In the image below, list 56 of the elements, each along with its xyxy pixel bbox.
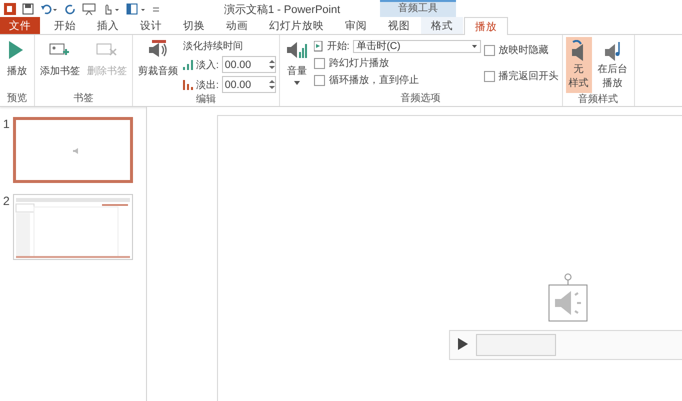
- field-label: 淡出:: [196, 78, 219, 92]
- spin-arrows-icon[interactable]: [268, 79, 275, 90]
- context-tab-header: 音频工具: [380, 0, 456, 17]
- ribbon-tab[interactable]: 设计: [130, 17, 172, 34]
- field-label: 淡入:: [196, 58, 219, 72]
- file-menu-tab[interactable]: 文件: [0, 17, 40, 34]
- ribbon-tab[interactable]: 开始: [44, 17, 86, 34]
- volume-icon: [284, 39, 309, 61]
- ribbon-tab[interactable]: 切换: [173, 17, 215, 34]
- group-label: 预览: [6, 92, 28, 106]
- spin-field[interactable]: 00.00: [222, 76, 276, 93]
- slide-number: 1: [2, 117, 11, 131]
- save-icon[interactable]: [22, 2, 34, 14]
- field-label: 开始:: [326, 40, 350, 53]
- group-label: 音频选项: [400, 92, 442, 106]
- play-button[interactable]: [458, 338, 468, 352]
- layout-icon[interactable]: [126, 2, 146, 14]
- start-icon: [314, 40, 324, 52]
- undo-icon[interactable]: [40, 2, 58, 14]
- ribbon-tab[interactable]: 格式: [421, 17, 463, 34]
- group-label: 书签: [72, 92, 94, 106]
- fade-in-icon: [183, 60, 193, 70]
- spin-field[interactable]: 00.00: [222, 56, 276, 73]
- ribbon-tab[interactable]: 幻灯片放映: [259, 17, 334, 34]
- ribbon-tab[interactable]: 动画: [216, 17, 258, 34]
- checkbox[interactable]: 循环播放，直到停止: [314, 73, 481, 87]
- start-dropdown[interactable]: 单击时(C): [352, 40, 481, 52]
- ribbon-button[interactable]: 添加书签: [38, 37, 82, 92]
- play-icon: [458, 338, 468, 350]
- ribbon-tab[interactable]: 审阅: [335, 17, 377, 34]
- progress-track[interactable]: [476, 334, 556, 356]
- ribbon-tab[interactable]: 插入: [87, 17, 129, 34]
- redo-icon[interactable]: [64, 2, 76, 14]
- fade-out-icon: [183, 80, 193, 90]
- window-title: 演示文稿1 - PowerPoint: [224, 2, 340, 17]
- fade-duration-label: 淡化持续时间: [183, 40, 244, 53]
- audio-style-button[interactable]: 无 样式: [566, 37, 592, 93]
- presenter-icon[interactable]: [82, 2, 96, 14]
- ribbon-button[interactable]: 播放: [3, 37, 31, 92]
- ribbon-button[interactable]: 剪裁音频: [136, 37, 180, 93]
- checkbox[interactable]: 跨幻灯片播放: [314, 56, 481, 70]
- group-label: 编辑: [194, 93, 217, 107]
- slide-thumbnail[interactable]: [13, 117, 133, 183]
- ribbon-tab[interactable]: 播放: [464, 17, 508, 35]
- slide-thumbnail[interactable]: [13, 194, 133, 260]
- group-label: 音频样式: [577, 93, 620, 107]
- ribbon-button[interactable]: 音量: [282, 37, 311, 92]
- spin-arrows-icon[interactable]: [268, 59, 275, 70]
- speaker-note-icon: [602, 40, 623, 62]
- audio-style-button[interactable]: 在后台 播放: [594, 37, 631, 93]
- ribbon-tab[interactable]: 视图: [378, 17, 420, 34]
- caret-icon[interactable]: [472, 44, 477, 48]
- checkbox[interactable]: 放映时隐藏: [484, 43, 559, 57]
- slide-number: 2: [2, 194, 11, 208]
- checkbox[interactable]: 播完返回开头: [484, 69, 559, 83]
- powerpoint-logo-icon: [4, 2, 16, 14]
